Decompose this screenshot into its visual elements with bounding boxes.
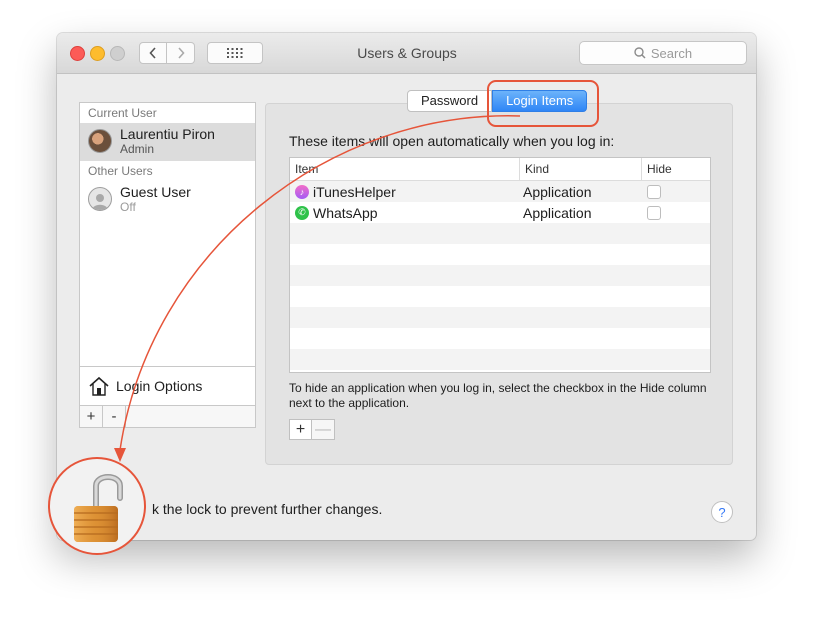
lock-button[interactable] [48,457,146,555]
avatar [88,129,112,153]
item-name: iTunesHelper [313,183,396,200]
item-name: WhatsApp [313,204,378,221]
unlocked-padlock-icon [74,474,123,542]
user-role: Admin [120,142,155,156]
column-header-kind[interactable]: Kind [519,158,641,180]
column-header-hide[interactable]: Hide [641,158,710,180]
window-title: Users & Groups [357,45,457,61]
empty-row [290,223,710,244]
tab-password[interactable]: Password [407,90,493,112]
users-sidebar: Current User Laurentiu Piron Admin Other… [79,102,256,406]
remove-user-button[interactable]: - [103,406,126,427]
close-window-button[interactable] [70,46,85,61]
itunes-icon: ♪ [295,184,309,199]
login-items-add-remove: + — [289,419,335,440]
user-name: Guest User [120,184,191,200]
zoom-window-button[interactable] [110,46,125,61]
empty-row [290,244,710,265]
login-items-table: Item Kind Hide ♪ iTunesHelper Applicatio… [289,157,711,373]
forward-button[interactable] [167,42,195,64]
tab-bar: Password Login Items [407,90,588,112]
empty-row [290,370,710,372]
item-kind: Application [523,204,592,221]
add-user-button[interactable]: + [80,406,103,427]
empty-row [290,286,710,307]
guest-avatar-icon [88,187,112,211]
user-row-current[interactable]: Laurentiu Piron Admin [80,123,255,161]
hide-checkbox[interactable] [647,205,661,220]
empty-row [290,265,710,286]
other-users-heading: Other Users [88,164,153,178]
login-items-intro: These items will open automatically when… [289,133,615,149]
search-icon [634,47,646,59]
table-row[interactable]: ♪ iTunesHelper Application [290,181,710,202]
empty-row [290,349,710,370]
users-groups-window: Users & Groups Search Current User Laure… [57,33,756,540]
whatsapp-icon: ✆ [295,205,309,220]
chevron-right-icon [177,47,185,59]
login-options-label: Login Options [116,378,203,394]
show-all-button[interactable] [207,42,263,64]
table-row[interactable]: ✆ WhatsApp Application [290,202,710,223]
empty-row [290,307,710,328]
user-status: Off [120,200,136,214]
remove-login-item-button[interactable]: — [312,419,335,440]
add-login-item-button[interactable]: + [289,419,312,440]
lock-status-text: k the lock to prevent further changes. [152,501,383,517]
minimize-window-button[interactable] [90,46,105,61]
grid-icon [227,48,243,58]
sidebar-add-remove: + - [79,406,256,428]
login-options-item[interactable]: Login Options [80,366,255,405]
user-name: Laurentiu Piron [120,126,215,142]
search-placeholder: Search [650,45,693,61]
back-button[interactable] [139,42,167,64]
hide-hint-text: To hide an application when you log in, … [289,381,707,410]
hide-checkbox[interactable] [647,184,661,199]
item-kind: Application [523,183,592,200]
house-icon [89,376,109,396]
empty-row [290,328,710,349]
tab-login-items[interactable]: Login Items [492,90,588,112]
search-input[interactable]: Search [579,41,747,65]
chevron-left-icon [149,47,156,59]
column-header-item[interactable]: Item [290,158,519,180]
help-button[interactable]: ? [711,501,733,523]
title-bar: Users & Groups Search [57,33,756,74]
user-row-guest[interactable]: Guest User Off [80,181,255,219]
table-header: Item Kind Hide [290,158,710,181]
navigation-buttons [139,42,195,64]
current-user-heading: Current User [88,106,157,120]
